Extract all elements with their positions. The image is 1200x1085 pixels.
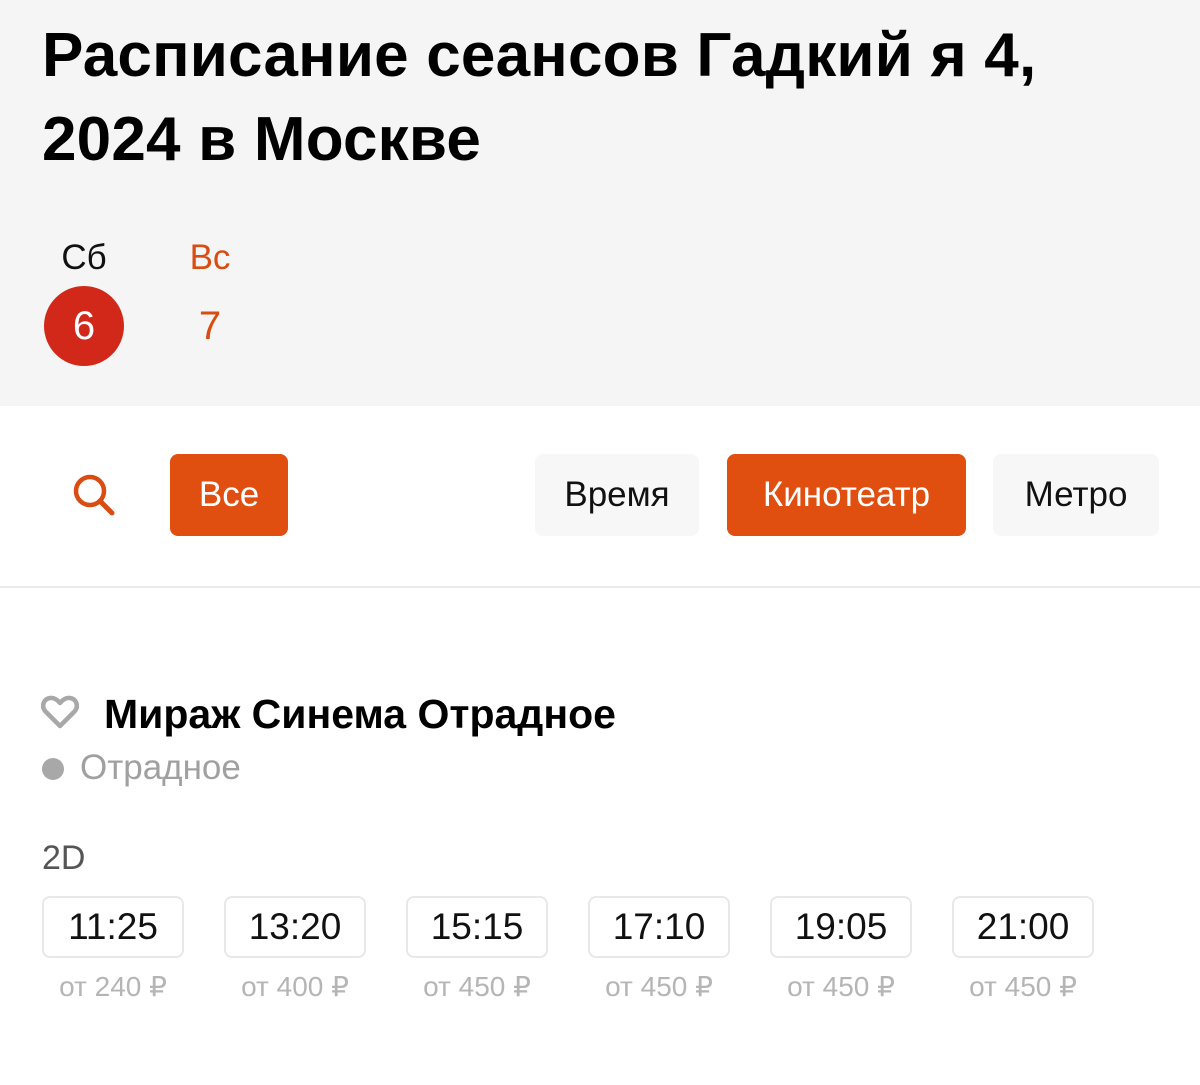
session-time-button[interactable]: 13:20 xyxy=(224,896,366,958)
session-item[interactable]: 11:25 от 240 ₽ xyxy=(42,896,184,1004)
session-time-button[interactable]: 21:00 xyxy=(952,896,1094,958)
date-item-6[interactable]: Сб 6 xyxy=(44,236,124,366)
session-item[interactable]: 17:10 от 450 ₽ xyxy=(588,896,730,1004)
metro-station: Отрадное xyxy=(80,748,241,787)
filter-cinema-button[interactable]: Кинотеатр xyxy=(727,454,966,536)
page-title: Расписание сеансов Гадкий я 4, 2024 в Мо… xyxy=(42,21,1037,174)
session-price: от 450 ₽ xyxy=(605,971,713,1002)
page-header: Расписание сеансов Гадкий я 4, 2024 в Мо… xyxy=(0,0,1200,406)
session-price: от 240 ₽ xyxy=(59,971,167,1002)
session-item[interactable]: 13:20 от 400 ₽ xyxy=(224,896,366,1004)
session-format: 2D xyxy=(42,839,86,877)
session-item[interactable]: 15:15 от 450 ₽ xyxy=(406,896,548,1004)
date-item-7[interactable]: Вс 7 xyxy=(170,236,250,348)
metro-line-dot xyxy=(42,758,64,780)
date-weekday: Сб xyxy=(61,238,107,277)
session-time-button[interactable]: 11:25 xyxy=(42,896,184,958)
cinema-name[interactable]: Мираж Синема Отрадное xyxy=(104,688,616,740)
filter-all-button[interactable]: Все xyxy=(170,454,288,536)
session-price: от 450 ₽ xyxy=(969,971,1077,1002)
session-price: от 400 ₽ xyxy=(241,971,349,1002)
date-number: 6 xyxy=(44,286,124,366)
filter-metro-button[interactable]: Метро xyxy=(993,454,1159,536)
session-time-button[interactable]: 19:05 xyxy=(770,896,912,958)
session-time-button[interactable]: 17:10 xyxy=(588,896,730,958)
session-item[interactable]: 21:00 от 450 ₽ xyxy=(952,896,1094,1004)
session-item[interactable]: 19:05 от 450 ₽ xyxy=(770,896,912,1004)
heart-icon[interactable] xyxy=(40,692,80,732)
session-price: от 450 ₽ xyxy=(787,971,895,1002)
filter-time-button[interactable]: Время xyxy=(535,454,699,536)
filter-bar: Все Время Кинотеатр Метро xyxy=(0,406,1200,588)
search-icon[interactable] xyxy=(66,468,122,524)
session-price: от 450 ₽ xyxy=(423,971,531,1002)
session-time-button[interactable]: 15:15 xyxy=(406,896,548,958)
date-number: 7 xyxy=(198,304,222,348)
date-weekday: Вс xyxy=(189,238,231,277)
